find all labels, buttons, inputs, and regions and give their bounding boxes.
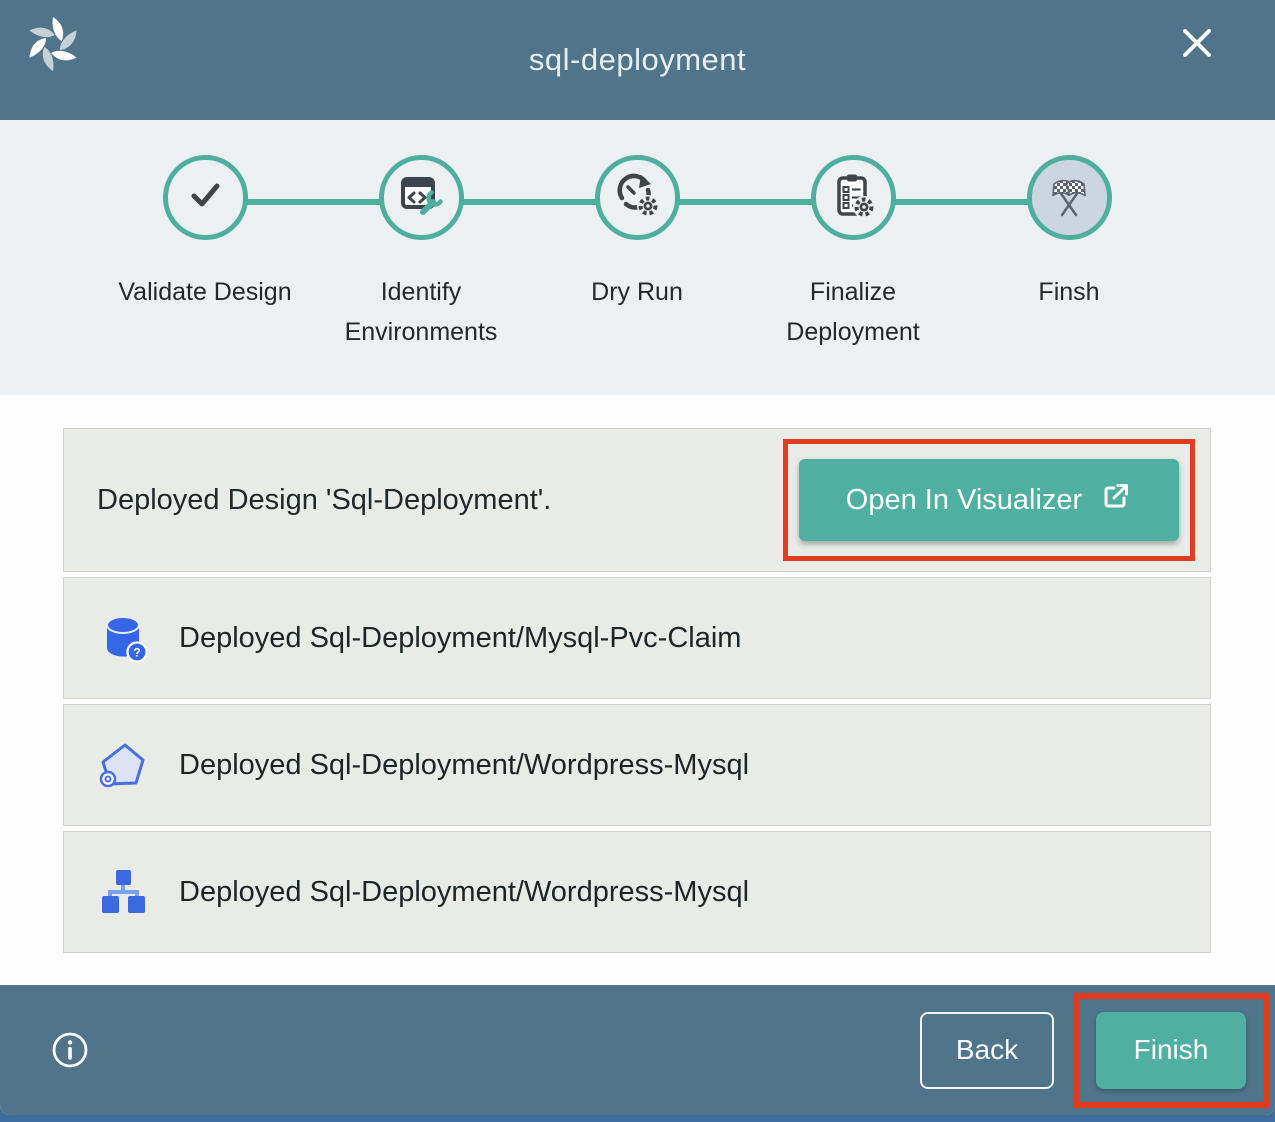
svg-text:?: ? [133, 646, 140, 660]
deployed-resource-text: Deployed Sql-Deployment/Mysql-Pvc-Claim [179, 622, 741, 655]
deployed-resource-text: Deployed Sql-Deployment/Wordpress-Mysql [179, 749, 749, 782]
back-button[interactable]: Back [920, 1012, 1054, 1089]
close-icon[interactable] [1175, 22, 1219, 66]
step-circle [811, 155, 896, 240]
highlight-box-visualizer: Open In Visualizer [783, 439, 1195, 561]
step-identify-environments[interactable]: Identify Environments [313, 155, 529, 352]
dialog-footer: Back Finish [0, 985, 1275, 1115]
finish-button[interactable]: Finish [1096, 1012, 1246, 1089]
deployed-resource-text: Deployed Sql-Deployment/Wordpress-Mysql [179, 876, 749, 909]
check-icon [181, 171, 229, 224]
step-finish[interactable]: Finsh [961, 155, 1177, 352]
step-label: Identify Environments [313, 272, 529, 352]
step-circle [379, 155, 464, 240]
database-question-icon: ? [97, 612, 149, 664]
deployment-message: Deployed Design 'Sql-Deployment'. [97, 484, 551, 517]
deployment-wizard-dialog: sql-deployment Validate Design [0, 0, 1275, 1115]
dialog-title: sql-deployment [529, 42, 746, 78]
deployed-resource-row: ? Deployed Sql-Deployment/Mysql-Pvc-Clai… [63, 577, 1211, 699]
deployment-summary-row: Deployed Design 'Sql-Deployment'. Open I… [63, 428, 1211, 572]
deployment-results: Deployed Design 'Sql-Deployment'. Open I… [0, 395, 1275, 985]
deployed-resource-row: Deployed Sql-Deployment/Wordpress-Mysql [63, 831, 1211, 953]
open-in-visualizer-button[interactable]: Open In Visualizer [799, 459, 1179, 541]
step-label: Finalize Deployment [745, 272, 961, 352]
open-in-visualizer-label: Open In Visualizer [846, 484, 1082, 517]
deployed-resource-row: Deployed Sql-Deployment/Wordpress-Mysql [63, 704, 1211, 826]
checkered-flags-icon [1045, 171, 1093, 224]
stepper: Validate Design Ident [0, 120, 1275, 395]
step-label: Validate Design [118, 272, 291, 312]
step-circle [595, 155, 680, 240]
highlight-box-finish: Finish [1073, 993, 1269, 1108]
meshery-logo-icon [22, 13, 84, 75]
step-finalize-deployment[interactable]: Finalize Deployment [745, 155, 961, 352]
info-icon[interactable] [48, 1028, 92, 1072]
step-dry-run[interactable]: Dry Run [529, 155, 745, 352]
step-label: Dry Run [591, 272, 683, 312]
step-label: Finsh [1038, 272, 1099, 312]
pentagon-badge-icon [97, 739, 149, 791]
hierarchy-tree-icon [97, 866, 149, 918]
step-circle [163, 155, 248, 240]
clipboard-gear-icon [829, 171, 877, 224]
dialog-header: sql-deployment [0, 0, 1275, 120]
code-window-wrench-icon [397, 171, 445, 224]
step-validate-design[interactable]: Validate Design [97, 155, 313, 352]
external-link-icon [1100, 480, 1132, 520]
sync-gear-icon [613, 171, 661, 224]
step-circle [1027, 155, 1112, 240]
